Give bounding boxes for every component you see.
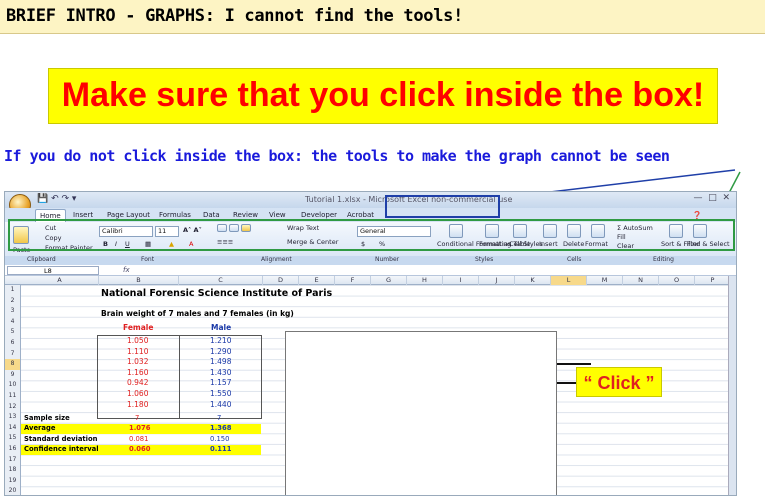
stat-male[interactable]: 0.111 <box>210 444 232 455</box>
row-header[interactable]: 6 <box>5 338 21 349</box>
row-header[interactable]: 19 <box>5 475 21 487</box>
male-value[interactable]: 1.157 <box>210 378 231 389</box>
row-header[interactable]: 12 <box>5 401 21 413</box>
row-header[interactable]: 7 <box>5 348 21 360</box>
male-value[interactable]: 1.210 <box>210 336 231 347</box>
col-header-i[interactable]: I <box>443 276 479 285</box>
col-header-m[interactable]: M <box>587 276 623 285</box>
male-header: Male <box>211 323 232 332</box>
formula-bar: L8 fx <box>5 265 736 276</box>
stat-male[interactable]: 7 <box>217 413 221 424</box>
col-header-o[interactable]: O <box>659 276 695 285</box>
col-header-f[interactable]: F <box>335 276 371 285</box>
stat-female[interactable]: 7 <box>135 413 139 424</box>
female-value[interactable]: 1.060 <box>127 389 148 400</box>
vertical-scrollbar[interactable] <box>728 276 736 495</box>
ribbon-tools-highlight <box>8 219 735 251</box>
col-header-p[interactable]: P <box>695 276 731 285</box>
row-header[interactable]: 4 <box>5 316 21 328</box>
row-header[interactable]: 20 <box>5 486 21 495</box>
stat-label: Average <box>24 424 56 433</box>
stat-label: Confidence interval <box>24 445 99 454</box>
chart-handle-line <box>557 363 591 365</box>
female-value[interactable]: 1.050 <box>127 336 148 347</box>
female-value[interactable]: 1.180 <box>127 400 148 411</box>
male-value[interactable]: 1.290 <box>210 347 231 358</box>
col-header-g[interactable]: G <box>371 276 407 285</box>
group-styles: Styles <box>475 256 494 263</box>
col-header-c[interactable]: C <box>179 276 263 285</box>
group-clipboard: Clipboard <box>27 256 56 263</box>
group-number: Number <box>375 256 400 263</box>
male-value[interactable]: 1.550 <box>210 389 231 400</box>
row-header[interactable]: 10 <box>5 380 21 391</box>
row-header[interactable]: 3 <box>5 306 21 317</box>
row-header[interactable]: 17 <box>5 454 21 466</box>
col-header-l[interactable]: L <box>551 276 587 285</box>
group-alignment: Alignment <box>261 256 292 263</box>
female-value[interactable]: 1.110 <box>127 347 148 358</box>
col-header-e[interactable]: E <box>299 276 335 285</box>
row-header[interactable]: 14 <box>5 422 21 434</box>
male-value[interactable]: 1.430 <box>210 368 231 379</box>
ribbon-group-labels: Clipboard Font Alignment Number Styles C… <box>5 256 736 265</box>
row-header[interactable]: 18 <box>5 465 21 476</box>
stat-male[interactable]: 0.150 <box>210 434 229 445</box>
stat-female[interactable]: 1.076 <box>129 423 151 434</box>
fx-icon[interactable]: fx <box>123 266 130 274</box>
sheet-subtitle: Brain weight of 7 males and 7 females (i… <box>101 309 294 318</box>
row-header[interactable]: 8 <box>5 359 21 370</box>
group-font: Font <box>141 256 155 263</box>
stat-female[interactable]: 0.060 <box>129 444 151 455</box>
empty-chart-area[interactable] <box>285 331 557 495</box>
row-header[interactable]: 2 <box>5 295 21 307</box>
female-value[interactable]: 1.160 <box>127 368 148 379</box>
row-header[interactable]: 16 <box>5 444 21 455</box>
col-header-a[interactable]: A <box>21 276 99 285</box>
col-header-n[interactable]: N <box>623 276 659 285</box>
group-cells: Cells <box>567 256 582 263</box>
contextual-tab-highlight <box>385 195 500 218</box>
row-header[interactable]: 9 <box>5 369 21 381</box>
window-controls[interactable]: — □ ✕ <box>694 193 731 203</box>
click-callout: “ Click ” <box>576 367 662 397</box>
col-header-b[interactable]: B <box>99 276 179 285</box>
female-value[interactable]: 1.032 <box>127 357 148 368</box>
col-header-d[interactable]: D <box>263 276 299 285</box>
excel-titlebar: 💾 ↶ ↷ ▾ Tutorial 1.xlsx - Microsoft Exce… <box>5 192 736 208</box>
row-header[interactable]: 5 <box>5 327 21 338</box>
col-header-h[interactable]: H <box>407 276 443 285</box>
column-headers: A B C D E F G H I J K L M N O P <box>5 276 736 285</box>
male-value[interactable]: 1.440 <box>210 400 231 411</box>
stat-female[interactable]: 0.081 <box>129 434 148 445</box>
male-value[interactable]: 1.498 <box>210 357 231 368</box>
name-box[interactable]: L8 <box>7 266 99 275</box>
col-header-j[interactable]: J <box>479 276 515 285</box>
stat-label: Sample size <box>24 413 70 422</box>
group-editing: Editing <box>653 256 674 263</box>
female-header: Female <box>123 323 154 332</box>
excel-window: 💾 ↶ ↷ ▾ Tutorial 1.xlsx - Microsoft Exce… <box>4 191 737 496</box>
stat-male[interactable]: 1.368 <box>210 423 232 434</box>
row-header[interactable]: 11 <box>5 391 21 402</box>
row-header[interactable]: 1 <box>5 285 21 296</box>
row-header[interactable]: 13 <box>5 412 21 423</box>
col-header-k[interactable]: K <box>515 276 551 285</box>
female-value[interactable]: 0.942 <box>127 378 148 389</box>
stat-label: Standard deviation <box>24 434 98 443</box>
sheet-title: National Forensic Science Institute of P… <box>101 288 333 299</box>
row-header[interactable]: 15 <box>5 433 21 444</box>
quick-access-toolbar[interactable]: 💾 ↶ ↷ ▾ <box>37 194 76 204</box>
data-table-divider <box>179 335 180 419</box>
